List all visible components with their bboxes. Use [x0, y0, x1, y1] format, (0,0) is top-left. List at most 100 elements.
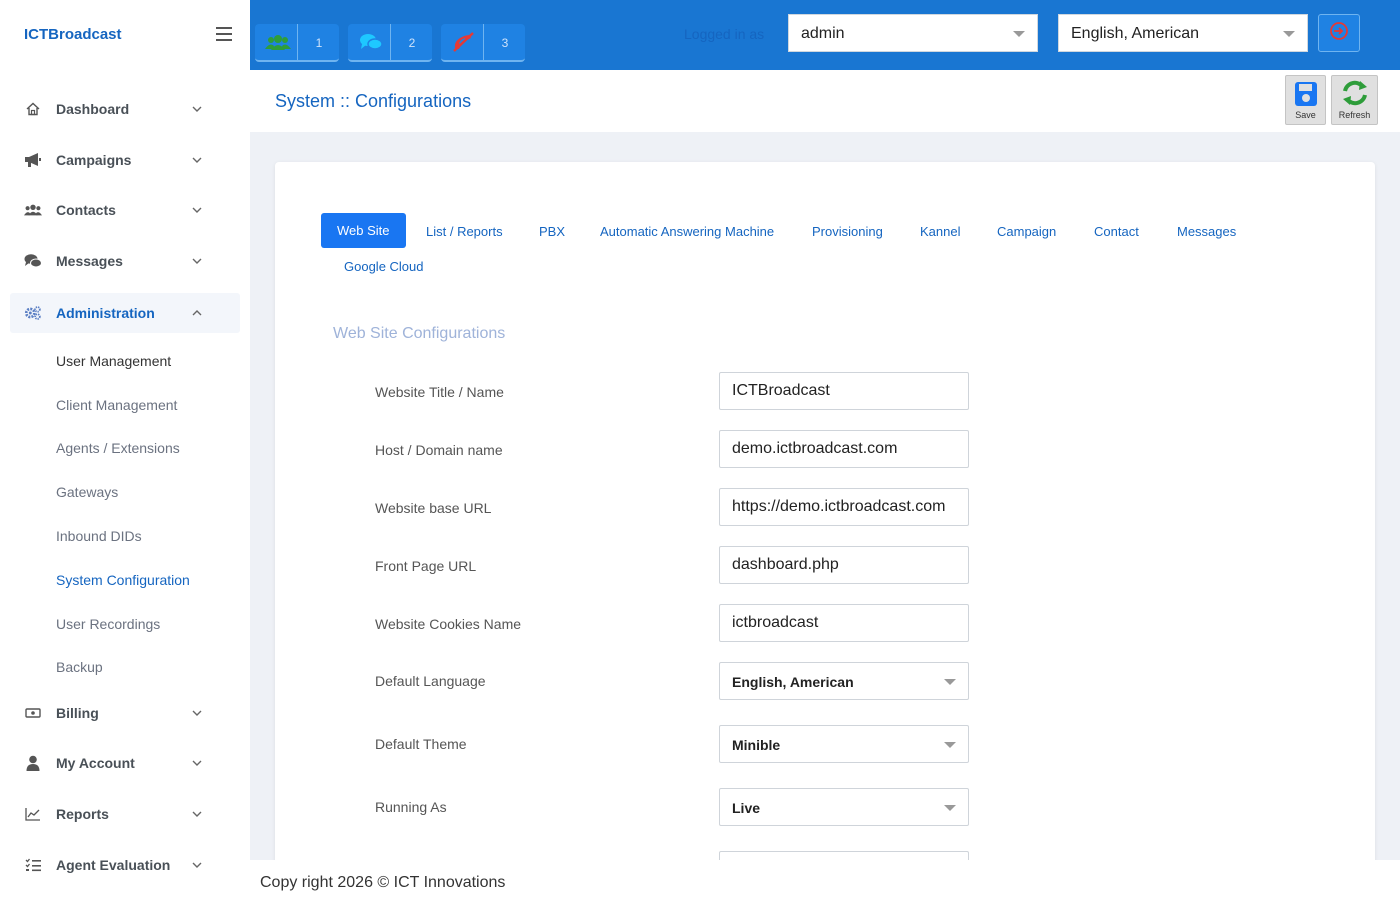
sidebar: ICTBroadcast Dashboard Campaigns Contact…	[0, 0, 250, 900]
submenu-client-management[interactable]: Client Management	[56, 397, 177, 413]
language-select[interactable]: English, American	[1058, 14, 1308, 52]
default-theme-select[interactable]: Minible	[719, 725, 969, 763]
tab-kannel[interactable]: Kannel	[920, 224, 960, 239]
badge-count: 3	[501, 36, 509, 50]
comments-icon	[24, 252, 42, 270]
chevron-down-icon	[192, 809, 202, 819]
logout-button[interactable]	[1318, 14, 1360, 52]
submenu-system-configuration[interactable]: System Configuration	[56, 572, 190, 588]
host-domain-input[interactable]	[719, 430, 969, 468]
chart-line-icon	[24, 805, 42, 823]
badge-count: 1	[315, 36, 323, 50]
cookies-name-input[interactable]	[719, 604, 969, 642]
field-label: Host / Domain name	[375, 442, 503, 458]
field-label: Running As	[375, 799, 447, 815]
language-select-value: English, American	[1071, 25, 1200, 42]
sidebar-item-label: Administration	[56, 305, 155, 321]
messages-badge[interactable]: 2	[348, 24, 432, 62]
chevron-down-icon	[1013, 31, 1025, 37]
field-label: Website Cookies Name	[375, 616, 522, 632]
copyright-text: Copy right 2026 © ICT Innovations	[260, 874, 506, 891]
sidebar-item-messages[interactable]: Messages	[10, 241, 240, 281]
sidebar-item-reports[interactable]: Reports	[10, 794, 240, 834]
user-select-value: admin	[801, 25, 845, 42]
submenu-agents-extensions[interactable]: Agents / Extensions	[56, 440, 180, 456]
users-icon	[24, 201, 42, 219]
tab-list-reports[interactable]: List / Reports	[426, 224, 503, 239]
sidebar-item-contacts[interactable]: Contacts	[10, 190, 240, 230]
tab-contact[interactable]: Contact	[1094, 224, 1139, 239]
tab-pbx[interactable]: PBX	[539, 224, 565, 239]
users-badge-icon	[265, 32, 291, 52]
sidebar-item-billing[interactable]: Billing	[10, 693, 240, 733]
refresh-button[interactable]: Refresh	[1331, 75, 1378, 125]
default-language-select[interactable]: English, American	[719, 662, 969, 700]
phone-slash-badge-icon	[451, 32, 477, 52]
website-title-input[interactable]	[719, 372, 969, 410]
sidebar-item-dashboard[interactable]: Dashboard	[10, 89, 240, 129]
field-label: Website Title / Name	[375, 384, 504, 400]
chevron-down-icon	[192, 758, 202, 768]
select-value: Minible	[732, 737, 781, 753]
save-label: Save	[1295, 110, 1316, 120]
sidebar-item-label: Campaigns	[56, 152, 132, 168]
section-title: Web Site Configurations	[333, 325, 506, 342]
select-value: English, American	[732, 674, 854, 690]
tab-google-cloud[interactable]: Google Cloud	[344, 259, 424, 274]
submenu-user-recordings[interactable]: User Recordings	[56, 616, 160, 632]
sidebar-item-campaigns[interactable]: Campaigns	[10, 140, 240, 180]
config-card: Web Site List / Reports PBX Automatic An…	[275, 162, 1375, 882]
sidebar-item-label: Reports	[56, 806, 109, 822]
brand-logo[interactable]: ICTBroadcast	[24, 26, 122, 43]
chevron-down-icon	[1283, 31, 1295, 37]
submenu-gateways[interactable]: Gateways	[56, 484, 118, 500]
front-page-url-input[interactable]	[719, 546, 969, 584]
chevron-down-icon	[192, 155, 202, 165]
sidebar-item-administration[interactable]: Administration	[10, 293, 240, 333]
chevron-down-icon	[944, 679, 956, 685]
chevron-down-icon	[944, 742, 956, 748]
sidebar-item-label: Contacts	[56, 202, 116, 218]
megaphone-icon	[24, 151, 42, 169]
missed-calls-badge[interactable]: 3	[441, 24, 525, 62]
logout-icon	[1329, 21, 1349, 46]
tab-automatic-answering-machine[interactable]: Automatic Answering Machine	[600, 224, 774, 239]
website-base-url-input[interactable]	[719, 488, 969, 526]
sidebar-item-label: Dashboard	[56, 101, 130, 117]
tab-campaign[interactable]: Campaign	[997, 224, 1056, 239]
page-title: System :: Configurations	[275, 91, 472, 111]
tab-web-site[interactable]: Web Site	[321, 213, 406, 248]
field-label: Website base URL	[375, 500, 492, 516]
cogs-icon	[24, 304, 42, 322]
save-button[interactable]: Save	[1285, 75, 1326, 125]
user-select[interactable]: admin	[788, 14, 1038, 52]
sidebar-item-my-account[interactable]: My Account	[10, 743, 240, 783]
field-label: Default Language	[375, 673, 486, 689]
running-as-select[interactable]: Live	[719, 788, 969, 826]
footer: Copy right 2026 © ICT Innovations	[250, 860, 1400, 900]
menu-toggle-icon[interactable]	[216, 27, 232, 41]
brand-row: ICTBroadcast	[0, 0, 250, 70]
chevron-down-icon	[192, 104, 202, 114]
submenu-inbound-dids[interactable]: Inbound DIDs	[56, 528, 142, 544]
chevron-down-icon	[192, 205, 202, 215]
logged-in-label: Logged in as	[684, 26, 765, 42]
checklist-icon	[24, 856, 42, 874]
tab-messages[interactable]: Messages	[1177, 224, 1236, 239]
submenu-backup[interactable]: Backup	[56, 659, 103, 675]
tab-provisioning[interactable]: Provisioning	[812, 224, 883, 239]
sidebar-item-label: My Account	[56, 755, 135, 771]
home-icon	[24, 100, 42, 118]
online-users-badge[interactable]: 1	[255, 24, 339, 62]
page-header: System :: Configurations Save Refresh	[250, 70, 1400, 132]
money-icon	[24, 704, 42, 722]
submenu-user-management[interactable]: User Management	[56, 353, 171, 369]
sidebar-item-agent-evaluation[interactable]: Agent Evaluation	[10, 845, 240, 885]
field-label: Default Theme	[375, 736, 467, 752]
chevron-down-icon	[192, 708, 202, 718]
chevron-down-icon	[944, 805, 956, 811]
refresh-label: Refresh	[1338, 110, 1371, 120]
user-icon	[24, 754, 42, 772]
topbar: 1 2 3 Logged in as admin English, Americ…	[250, 0, 1400, 70]
select-value: Live	[732, 800, 761, 816]
